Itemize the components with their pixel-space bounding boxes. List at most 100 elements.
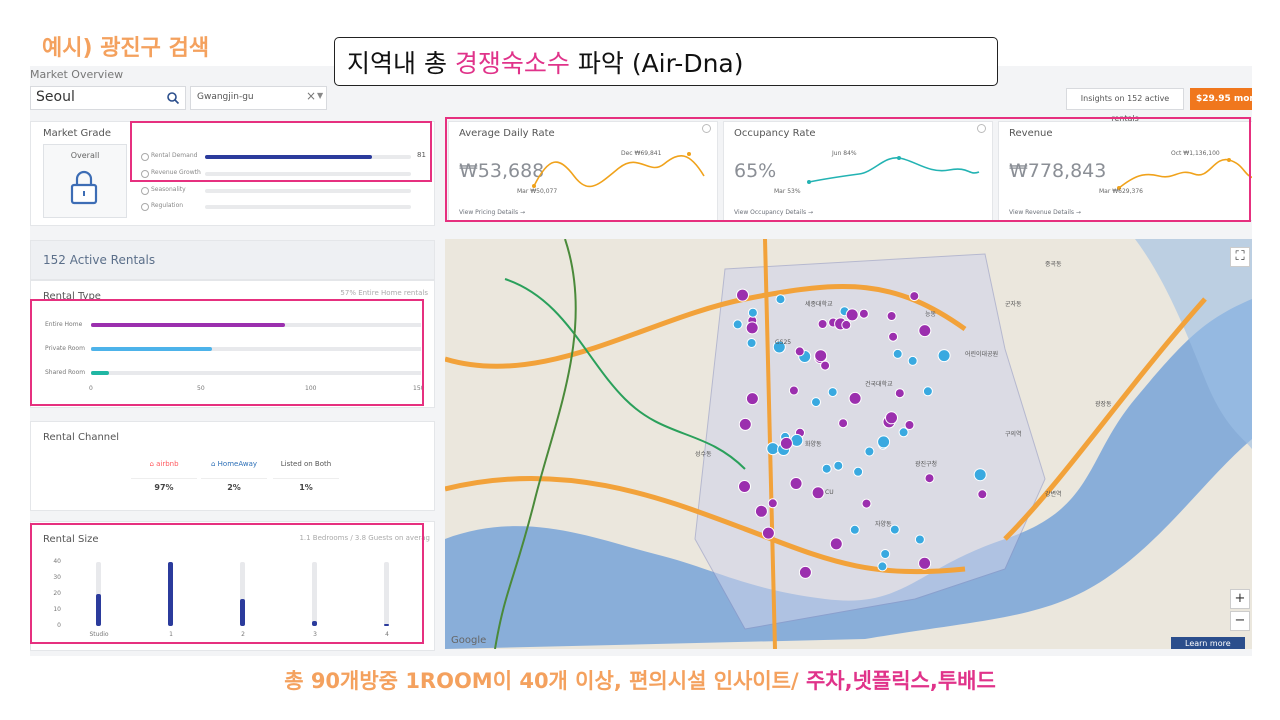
listing-pin[interactable]	[817, 319, 828, 329]
listing-pin[interactable]	[864, 446, 875, 457]
listing-pin[interactable]	[892, 348, 903, 359]
both-label: Listed on Both	[280, 460, 332, 468]
listing-pin[interactable]	[937, 349, 951, 363]
listing-pin[interactable]	[811, 397, 821, 408]
info-icon[interactable]	[141, 187, 149, 195]
overall-label: Overall	[70, 151, 100, 160]
homeaway-share: 2%	[201, 478, 267, 492]
insights-button[interactable]: Insights on 152 active rentals	[1066, 88, 1184, 123]
listing-pin[interactable]	[907, 355, 918, 366]
listing-pin[interactable]	[885, 411, 898, 425]
headline-highlight: 경쟁숙소수	[454, 49, 570, 78]
listing-pin[interactable]	[761, 526, 775, 540]
map-place-label: 화양동	[805, 441, 822, 448]
listing-pin[interactable]	[833, 460, 844, 471]
grade-row: Regulation	[141, 202, 421, 212]
listing-pin[interactable]	[848, 391, 862, 405]
listing-pin[interactable]	[746, 338, 757, 348]
listing-pin[interactable]	[914, 534, 925, 545]
listing-pin[interactable]	[779, 436, 793, 450]
listing-pin[interactable]	[888, 331, 899, 342]
listing-pin[interactable]	[829, 537, 843, 551]
channel-homeaway: ⌂ HomeAway 2%	[201, 460, 267, 492]
homeaway-logo: ⌂ HomeAway	[201, 460, 267, 472]
active-rentals-title: 152 Active Rentals	[43, 253, 156, 267]
listing-pin[interactable]	[841, 319, 852, 330]
listing-pin[interactable]	[894, 388, 905, 399]
listing-pin[interactable]	[814, 349, 828, 363]
listing-pin[interactable]	[853, 466, 864, 477]
listing-pin[interactable]	[858, 308, 869, 319]
listing-pin[interactable]	[898, 427, 909, 438]
chevron-down-icon[interactable]: ▼	[317, 91, 323, 100]
listing-pin[interactable]	[924, 473, 935, 484]
airbnb-share: 97%	[131, 478, 197, 492]
active-rentals-header: 152 Active Rentals	[30, 240, 435, 280]
headline-post: 파악 (Air-Dna)	[569, 49, 744, 78]
listing-pin[interactable]	[877, 435, 891, 449]
listing-pin[interactable]	[880, 549, 891, 559]
listing-pin[interactable]	[821, 463, 832, 474]
listing-markers	[732, 288, 988, 579]
listing-pin[interactable]	[977, 489, 988, 500]
headline-box: 지역내 총 경쟁숙소수 파악 (Air-Dna)	[334, 37, 998, 86]
listing-pin[interactable]	[886, 311, 897, 321]
listing-pin[interactable]	[736, 288, 749, 302]
listing-pin[interactable]	[767, 498, 778, 509]
listing-pin[interactable]	[738, 480, 751, 493]
listing-pin[interactable]	[788, 385, 799, 396]
clear-filter-icon[interactable]: ×	[306, 89, 316, 103]
listing-pin[interactable]	[861, 498, 872, 509]
channel-both: Listed on Both 1%	[273, 460, 339, 492]
info-icon[interactable]	[141, 203, 149, 211]
fullscreen-icon[interactable]: ⛶	[1230, 247, 1250, 267]
listing-pin[interactable]	[827, 387, 838, 398]
highlight-rental-demand	[130, 121, 432, 182]
highlight-rental-size	[30, 523, 424, 644]
both-share: 1%	[273, 478, 339, 492]
caption-pink: 주차,넷플릭스,투배드	[805, 669, 996, 693]
listing-pin[interactable]	[738, 417, 752, 431]
listing-pin[interactable]	[754, 504, 768, 518]
listing-pin[interactable]	[732, 319, 743, 330]
listing-pin[interactable]	[745, 392, 759, 406]
listing-pin[interactable]	[820, 360, 831, 371]
highlight-metrics	[445, 117, 1251, 222]
listing-pin[interactable]	[775, 294, 786, 305]
listing-pin[interactable]	[766, 442, 780, 456]
airbnb-logo: ⌂ airbnb	[131, 460, 197, 472]
listing-pin[interactable]	[918, 556, 932, 570]
map-place-label: 광진구청	[915, 461, 938, 468]
zoom-in-button[interactable]: +	[1230, 589, 1250, 609]
listing-pin[interactable]	[909, 291, 920, 302]
search-icon[interactable]	[166, 91, 180, 105]
listing-pin[interactable]	[845, 308, 859, 322]
listing-pin[interactable]	[973, 468, 987, 482]
listing-pin[interactable]	[745, 321, 759, 335]
map-place-label: GS25	[775, 339, 792, 346]
map-place-label: 능동	[925, 311, 937, 318]
listing-pin[interactable]	[747, 307, 758, 318]
city-search-input[interactable]: Seoul	[30, 86, 186, 110]
listing-pin[interactable]	[811, 486, 825, 500]
homeaway-name: HomeAway	[217, 460, 258, 468]
listing-pin[interactable]	[794, 346, 805, 357]
listing-pin[interactable]	[838, 418, 849, 429]
section-label: Market Overview	[30, 68, 124, 81]
map-place-label: 군자동	[1005, 301, 1022, 308]
highlight-rental-type	[30, 299, 424, 406]
listing-pin[interactable]	[849, 524, 860, 535]
subscribe-button[interactable]: $29.95 month	[1190, 88, 1252, 110]
listing-pin[interactable]	[798, 565, 812, 579]
listing-pin[interactable]	[877, 561, 888, 572]
listing-pin[interactable]	[789, 477, 803, 490]
grade-label: Regulation	[151, 202, 184, 209]
map-place-label: 강변역	[1045, 491, 1062, 498]
grade-row: Seasonality	[141, 186, 421, 196]
zoom-out-button[interactable]: −	[1230, 611, 1250, 631]
learn-more-button[interactable]: Learn more	[1171, 637, 1245, 649]
slide-tag: 예시) 광진구 검색	[42, 36, 210, 61]
listing-pin[interactable]	[922, 386, 933, 397]
listing-pin[interactable]	[918, 324, 932, 338]
rentals-map[interactable]: 세종대학교 건국대학교 어린이대공원 광진구청 구의역 강변역 자양동 화양동 능동 성수동 군자동…	[445, 239, 1252, 649]
